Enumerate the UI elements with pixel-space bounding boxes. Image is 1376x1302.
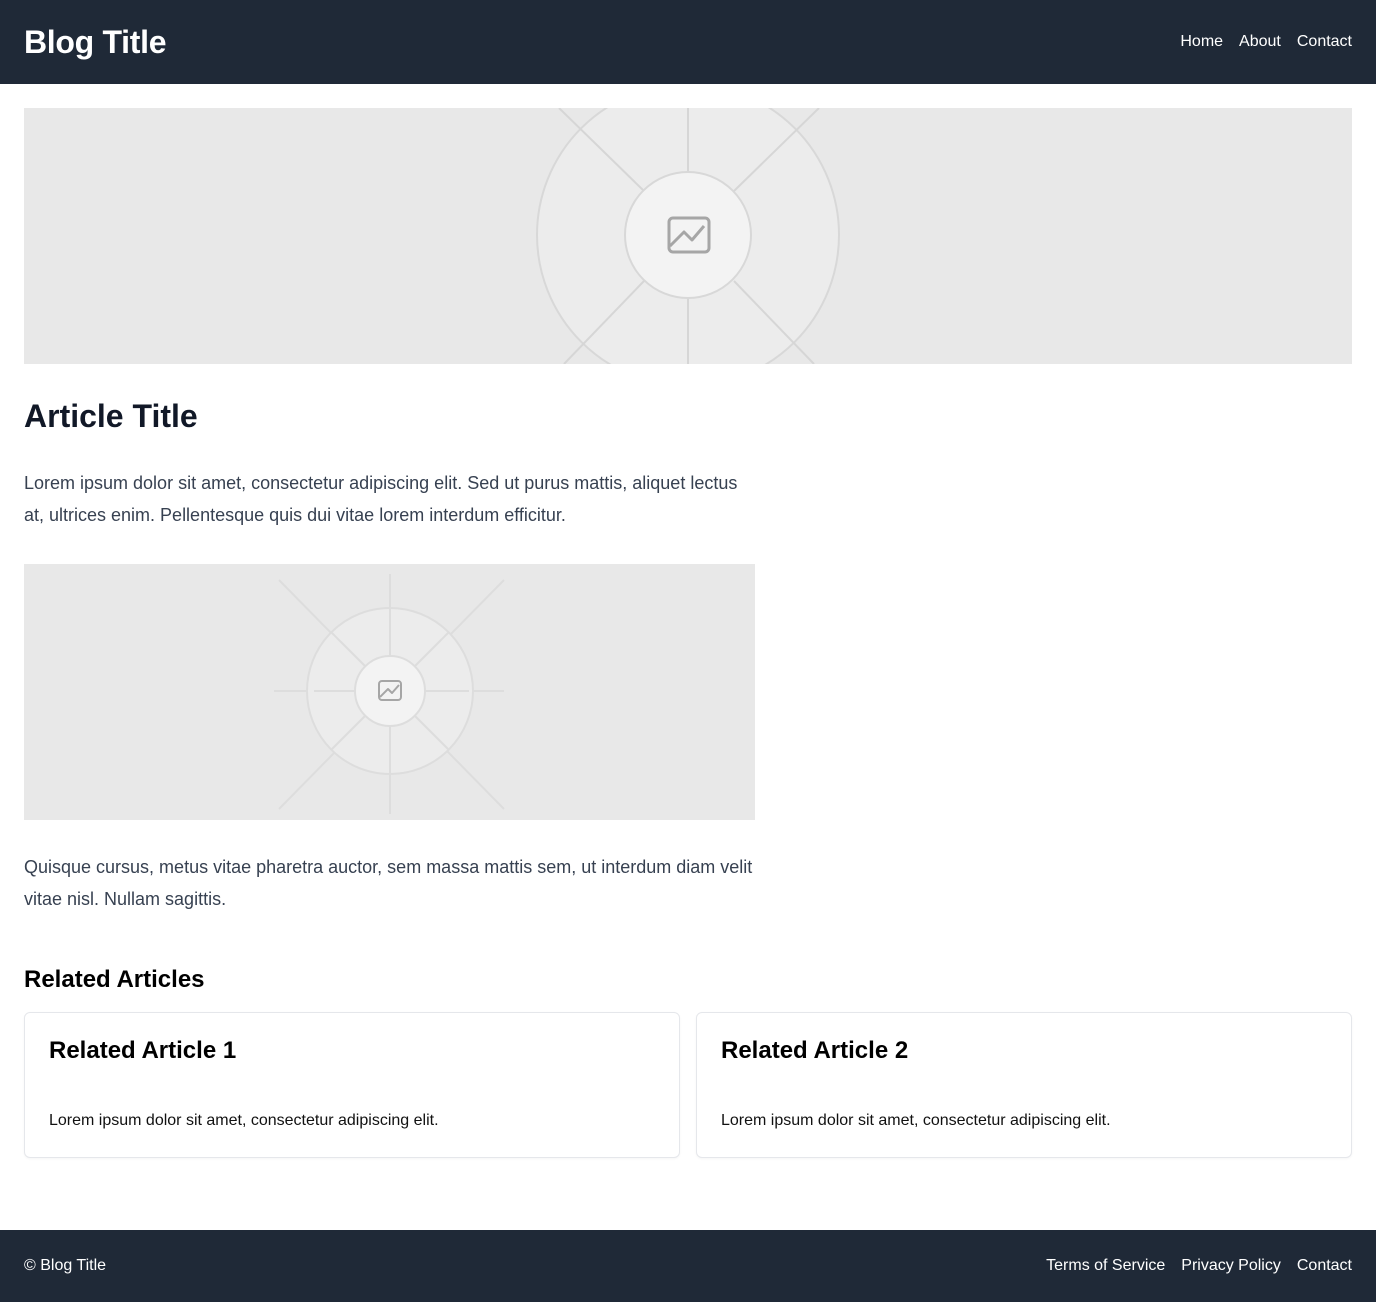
footer-privacy-link[interactable]: Privacy Policy — [1181, 1255, 1281, 1277]
related-article-excerpt: Lorem ipsum dolor sit amet, consectetur … — [721, 1112, 1111, 1129]
copyright-text: © Blog Title — [24, 1257, 107, 1274]
related-article-card[interactable]: Related Article 2 Lorem ipsum dolor sit … — [696, 1012, 1352, 1158]
hero-image-graphic — [24, 108, 1352, 364]
nav-home-link[interactable]: Home — [1180, 31, 1223, 53]
related-article-card[interactable]: Related Article 1 Lorem ipsum dolor sit … — [24, 1012, 680, 1158]
nav-contact-link[interactable]: Contact — [1297, 31, 1352, 53]
site-header: Blog Title Home About Contact — [0, 0, 1376, 84]
nav-about-link[interactable]: About — [1239, 31, 1281, 53]
page: Blog Title Home About Contact Article Ti… — [0, 0, 1376, 1302]
article-paragraph: Lorem ipsum dolor sit amet, consectetur … — [24, 473, 738, 525]
main-nav: Home About Contact — [1180, 31, 1352, 53]
related-articles-heading: Related Articles — [24, 966, 205, 993]
article-title: Article Title — [24, 398, 198, 434]
footer-terms-link[interactable]: Terms of Service — [1046, 1255, 1165, 1277]
related-article-title[interactable]: Related Article 2 — [721, 1035, 908, 1067]
footer-contact-link[interactable]: Contact — [1297, 1255, 1352, 1277]
site-title[interactable]: Blog Title — [24, 22, 167, 62]
inline-image-graphic — [24, 564, 755, 820]
footer-nav: Terms of Service Privacy Policy Contact — [1046, 1255, 1352, 1277]
related-article-title[interactable]: Related Article 1 — [49, 1035, 236, 1067]
site-footer: © Blog Title Terms of Service Privacy Po… — [0, 1230, 1376, 1302]
inline-image-placeholder — [24, 564, 755, 820]
article-paragraph: Quisque cursus, metus vitae pharetra auc… — [24, 857, 753, 909]
hero-image-placeholder — [24, 108, 1352, 364]
related-article-excerpt: Lorem ipsum dolor sit amet, consectetur … — [49, 1112, 439, 1129]
